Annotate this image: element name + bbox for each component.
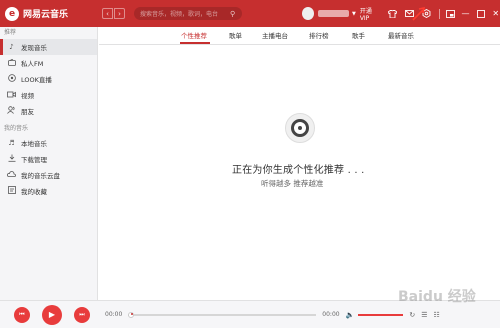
total-time: 00:00 bbox=[322, 311, 340, 318]
app-logo[interactable]: e 网易云音乐 bbox=[5, 6, 90, 21]
previous-track-button[interactable]: ⏮ bbox=[14, 306, 30, 323]
loop-icon[interactable]: ↻ bbox=[409, 311, 415, 319]
tab-personal-recommend[interactable]: 个性推荐 bbox=[181, 30, 207, 40]
sidebar-item-personal-fm[interactable]: 私人FM bbox=[0, 55, 97, 71]
friends-icon bbox=[7, 106, 16, 116]
sidebar: 推荐 ♪ 发现音乐 私人FM LOOK直播 视频 朋友 我的音乐 ♬ 本地音乐 bbox=[0, 27, 98, 300]
next-track-button[interactable]: ⏭ bbox=[74, 306, 90, 323]
progress-knob-dot bbox=[131, 312, 134, 315]
loading-disc-ring bbox=[291, 119, 309, 137]
sidebar-section-my-music: 我的音乐 bbox=[4, 125, 29, 132]
sidebar-section-recommend: 推荐 bbox=[4, 29, 17, 36]
sidebar-item-cloud-drive[interactable]: 我的音乐云盘 bbox=[0, 167, 97, 183]
live-icon bbox=[7, 74, 16, 84]
tab-singers[interactable]: 歌手 bbox=[352, 30, 365, 40]
loading-disc-icon bbox=[285, 113, 315, 143]
download-icon bbox=[7, 154, 16, 164]
sidebar-item-label: 本地音乐 bbox=[21, 140, 47, 148]
sidebar-item-local-music[interactable]: ♬ 本地音乐 bbox=[0, 135, 97, 151]
sidebar-item-video[interactable]: 视频 bbox=[0, 87, 97, 103]
main-content: 个性推荐 歌单 主播电台 排行榜 歌手 最新音乐 正在为你生成个性化推荐 . .… bbox=[99, 27, 500, 300]
radio-icon bbox=[7, 58, 16, 68]
search-input[interactable]: 搜索音乐，视频，歌词，电台 bbox=[140, 9, 230, 18]
progress-knob[interactable] bbox=[128, 311, 135, 318]
loading-subtext: 听得越多 推荐越准 bbox=[261, 179, 324, 188]
loading-message: 正在为你生成个性化推荐 . . . bbox=[232, 165, 365, 176]
tab-charts[interactable]: 排行榜 bbox=[309, 30, 329, 40]
title-bar: e 网易云音乐 ‹ › 搜索音乐，视频，歌词，电台 ⚲ ▼ 开通VIP — ✕ bbox=[0, 0, 500, 27]
back-button[interactable]: ‹ bbox=[102, 8, 113, 19]
volume-slider[interactable] bbox=[358, 313, 404, 316]
sidebar-item-label: 下载管理 bbox=[21, 156, 47, 164]
sidebar-item-label: 视频 bbox=[21, 92, 34, 100]
sidebar-item-label: 私人FM bbox=[21, 60, 44, 68]
sidebar-item-discover-music[interactable]: ♪ 发现音乐 bbox=[0, 39, 97, 55]
watermark: Baidu 经验 bbox=[398, 289, 476, 305]
sidebar-item-label: 发现音乐 bbox=[21, 44, 47, 52]
tab-anchor-radio[interactable]: 主播电台 bbox=[262, 30, 288, 40]
sidebar-item-friends[interactable]: 朋友 bbox=[0, 103, 97, 119]
collection-icon bbox=[7, 186, 16, 196]
music-note-icon: ♪ bbox=[9, 43, 14, 51]
cloud-icon bbox=[7, 171, 16, 179]
mini-mode-icon[interactable] bbox=[445, 9, 455, 19]
minimize-icon[interactable]: — bbox=[461, 9, 470, 19]
close-icon[interactable]: ✕ bbox=[491, 9, 500, 19]
sidebar-item-look-live[interactable]: LOOK直播 bbox=[0, 71, 97, 87]
lyrics-icon[interactable]: ☰ bbox=[421, 311, 427, 319]
play-button[interactable]: ▶ bbox=[42, 304, 62, 325]
search-box[interactable]: 搜索音乐，视频，歌词，电台 ⚲ bbox=[134, 7, 242, 20]
app-title: 网易云音乐 bbox=[23, 10, 69, 20]
avatar[interactable] bbox=[302, 7, 314, 20]
annotation-arrow-icon bbox=[412, 7, 426, 21]
netease-music-logo-icon: e bbox=[5, 6, 19, 21]
title-bar-divider bbox=[438, 8, 440, 19]
loading-disc-center bbox=[298, 126, 302, 130]
tab-playlists[interactable]: 歌单 bbox=[229, 30, 242, 40]
tab-new-music[interactable]: 最新音乐 bbox=[388, 30, 414, 40]
volume-icon[interactable]: 🔈 bbox=[346, 311, 355, 319]
skin-icon[interactable] bbox=[387, 9, 397, 19]
sidebar-item-download-manager[interactable]: 下载管理 bbox=[0, 151, 97, 167]
video-icon bbox=[7, 91, 16, 100]
vip-link[interactable]: 开通VIP bbox=[360, 6, 380, 22]
maximize-icon[interactable] bbox=[476, 9, 485, 19]
sidebar-item-my-collection[interactable]: 我的收藏 bbox=[0, 183, 97, 199]
sidebar-item-label: 朋友 bbox=[21, 108, 34, 116]
local-music-icon: ♬ bbox=[8, 139, 15, 147]
current-time: 00:00 bbox=[105, 311, 123, 318]
tab-bar: 个性推荐 歌单 主播电台 排行榜 歌手 最新音乐 bbox=[99, 27, 500, 45]
username-blurred[interactable] bbox=[317, 10, 349, 17]
title-bar-right: ▼ 开通VIP — ✕ bbox=[302, 0, 500, 27]
search-icon[interactable]: ⚲ bbox=[230, 10, 242, 18]
caret-down-icon[interactable]: ▼ bbox=[352, 11, 356, 17]
sidebar-item-label: 我的音乐云盘 bbox=[21, 172, 60, 180]
sidebar-item-label: 我的收藏 bbox=[21, 188, 47, 196]
progress-bar[interactable] bbox=[128, 311, 317, 318]
sidebar-item-label: LOOK直播 bbox=[21, 76, 52, 84]
playlist-icon[interactable]: ☷ bbox=[433, 311, 439, 319]
tab-divider bbox=[99, 44, 500, 45]
forward-button[interactable]: › bbox=[114, 8, 125, 19]
